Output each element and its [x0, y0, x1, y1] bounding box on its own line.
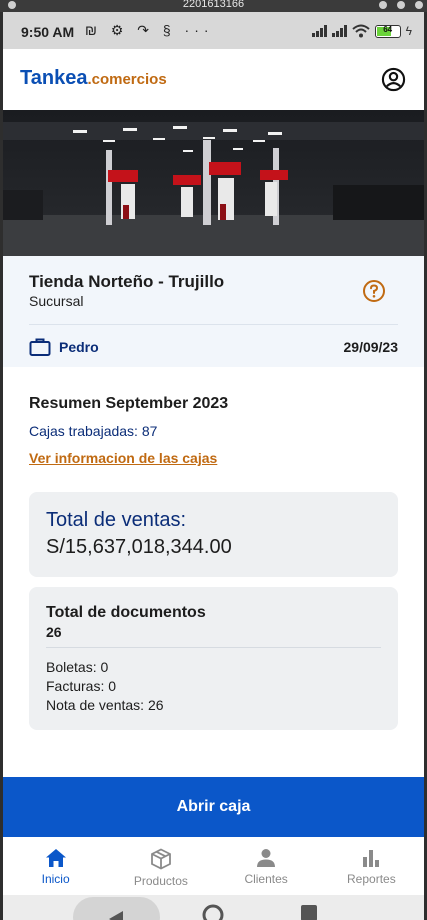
store-type: Sucursal — [29, 293, 84, 309]
divider — [46, 647, 381, 648]
person-icon — [257, 849, 276, 867]
documents-card: Total de documentos 26 Boletas: 0 Factur… — [29, 587, 398, 730]
recents-icon[interactable] — [300, 904, 318, 920]
notification-icons: ₪ ⚙ ↷ § ··· — [85, 22, 214, 39]
brand-logo: Tankea.comercios — [20, 67, 167, 90]
bottom-navigation: Inicio Productos Clientes Reportes — [3, 837, 424, 895]
sales-total-label: Total de ventas: — [46, 509, 187, 531]
settings-icon: ⚙ — [110, 22, 129, 38]
emulator-icon — [8, 1, 16, 9]
back-button[interactable] — [73, 897, 160, 920]
user-name: Pedro — [59, 339, 99, 355]
emulator-title-bar: 2201613166 — [0, 0, 427, 12]
wifi-icon — [351, 24, 370, 38]
emulator-frame: 2201613166 9:50 AM ₪ ⚙ ↷ § ··· 64 ϟ Tank… — [0, 0, 427, 920]
nav-item-inicio[interactable]: Inicio — [3, 837, 108, 895]
home-icon — [45, 849, 66, 867]
brand-main: Tankea — [20, 67, 88, 89]
app-icon: § — [162, 22, 176, 38]
nav-item-reportes[interactable]: Reportes — [319, 837, 424, 895]
divider — [29, 324, 398, 325]
home-button-icon[interactable] — [201, 899, 225, 920]
sales-total-value: S/15,637,018,344.00 — [46, 536, 232, 558]
signal-icon — [311, 25, 327, 37]
nav-item-clientes[interactable]: Clientes — [214, 837, 319, 895]
account-icon[interactable] — [381, 67, 406, 92]
store-info-card: Tienda Norteño - Trujillo Sucursal Pedro… — [3, 256, 424, 367]
documents-total-label: Total de documentos — [46, 604, 206, 621]
sales-notes-count: Nota de ventas: 26 — [46, 697, 164, 713]
nav-label: Inicio — [41, 872, 70, 886]
cash-registers-link[interactable]: Ver informacion de las cajas — [29, 450, 217, 466]
nav-label: Clientes — [244, 872, 288, 886]
app-bar: Tankea.comercios — [3, 49, 424, 110]
briefcase-icon — [29, 338, 51, 356]
back-icon — [109, 911, 123, 920]
emulator-control-icon[interactable] — [379, 1, 387, 9]
signal-icon-2 — [331, 25, 347, 37]
open-cash-button[interactable]: Abrir caja — [3, 777, 424, 837]
battery-icon: 64 — [374, 24, 401, 38]
emulator-title: 2201613166 — [182, 0, 245, 10]
cash-registers-count: Cajas trabajadas: 87 — [29, 423, 158, 439]
link-icon: ↷ — [137, 22, 154, 38]
more-icon: ··· — [184, 22, 214, 38]
emulator-control-icon[interactable] — [415, 1, 423, 9]
summary-title: Resumen September 2023 — [29, 395, 229, 412]
nav-item-productos[interactable]: Productos — [108, 837, 213, 895]
phone-screen: 9:50 AM ₪ ⚙ ↷ § ··· 64 ϟ Tankea.comercio… — [3, 12, 424, 920]
charging-icon: ϟ — [405, 24, 412, 38]
help-icon[interactable] — [362, 279, 386, 303]
bar-chart-icon — [363, 850, 380, 867]
status-time: 9:50 AM — [21, 24, 75, 40]
store-hero-image — [3, 110, 424, 256]
boletas-count: Boletas: 0 — [46, 659, 109, 675]
box-icon — [150, 848, 171, 870]
user-row: Pedro — [29, 336, 99, 358]
nav-label: Reportes — [347, 872, 396, 886]
battery-level: 64 — [383, 24, 393, 34]
nfc-icon: ₪ — [85, 22, 102, 38]
brand-suffix: .comercios — [87, 71, 167, 88]
system-navigation-bar — [3, 895, 424, 920]
emulator-control-icon[interactable] — [397, 1, 405, 9]
sales-total-card: Total de ventas: S/15,637,018,344.00 — [29, 492, 398, 577]
store-name: Tienda Norteño - Trujillo — [29, 272, 225, 291]
facturas-count: Facturas: 0 — [46, 678, 117, 694]
nav-label: Productos — [133, 874, 188, 888]
documents-total-value: 26 — [46, 624, 62, 640]
status-bar: 9:50 AM ₪ ⚙ ↷ § ··· 64 ϟ — [3, 12, 424, 49]
current-date: 29/09/23 — [343, 339, 399, 355]
